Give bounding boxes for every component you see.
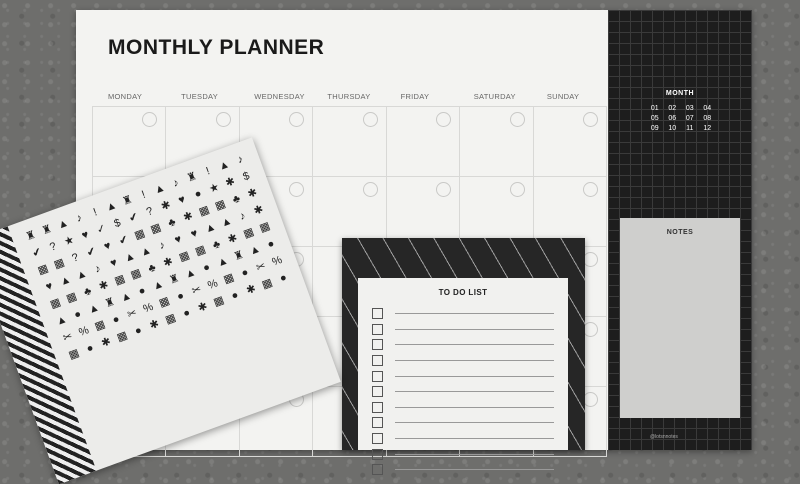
calendar-day-cell	[533, 177, 607, 247]
todo-checkbox	[372, 355, 383, 367]
sticker-icon: ▦	[257, 219, 272, 235]
todo-line	[395, 344, 554, 346]
calendar-day-cell	[313, 107, 387, 177]
weekday-label: MONDAY	[108, 92, 143, 101]
month-number-grid: 01 02 03 04 05 06 07 08 09 10 11 12	[646, 105, 716, 132]
todo-line	[395, 360, 554, 362]
weekday-label: THURSDAY	[327, 92, 371, 101]
weekday-label: FRIDAY	[400, 92, 430, 101]
todo-row	[372, 306, 554, 322]
planner-title: MONTHLY PLANNER	[108, 36, 325, 59]
month-number: 07	[685, 115, 694, 122]
todo-checkbox	[372, 386, 383, 398]
month-number: 04	[703, 105, 712, 112]
todo-line	[395, 375, 554, 377]
calendar-day-cell	[93, 107, 167, 177]
month-number: 01	[650, 105, 659, 112]
month-number: 05	[650, 115, 659, 122]
todo-row	[372, 400, 554, 416]
weekday-label: WEDNESDAY	[254, 92, 305, 101]
todo-sheet: TO DO LIST	[358, 278, 568, 476]
calendar-day-cell	[460, 107, 534, 177]
calendar-day-cell	[533, 107, 607, 177]
calendar-day-cell	[460, 177, 534, 247]
calendar-day-cell	[386, 177, 461, 247]
todo-checkbox	[372, 464, 383, 476]
todo-line	[395, 438, 554, 440]
weekday-label: TUESDAY	[181, 92, 219, 101]
weekday-header: MONDAY TUESDAY WEDNESDAY THURSDAY FRIDAY…	[94, 92, 606, 101]
todo-line	[395, 328, 554, 330]
month-number: 03	[685, 105, 694, 112]
todo-checkbox	[372, 370, 383, 382]
todo-rows	[372, 306, 554, 478]
todo-line	[395, 422, 554, 424]
todo-checkbox	[372, 433, 383, 445]
month-number: 08	[703, 115, 712, 122]
calendar-day-cell	[313, 177, 387, 247]
month-notes-panel: MONTH 01 02 03 04 05 06 07 08 09 10 11 12 NOTES @lo…	[608, 10, 752, 450]
calendar-day-cell	[386, 107, 461, 177]
todo-notepad: TO DO LIST	[342, 238, 585, 476]
month-number: 11	[686, 125, 694, 132]
todo-row	[372, 431, 554, 447]
todo-row	[372, 353, 554, 369]
todo-row	[372, 415, 554, 431]
month-number: 10	[668, 125, 677, 132]
weekday-label: SATURDAY	[473, 92, 516, 101]
todo-line	[395, 391, 554, 393]
sticker-icon: %	[270, 253, 284, 269]
notes-label: NOTES	[666, 229, 694, 236]
todo-line	[395, 406, 554, 408]
sticker-grid: ♜ ♜ ▲ ♪! ▲ ♜! ▲ ♪ ♜! ▲ ♪ ✔? ★ ♥ ✓ $ ✔? ✱ ♥ ● ★ ✱ $ ▦ ▦? ✔ ♥ ✔ ▦ ▦ ♣ ✱ ▦ ▦…	[20, 150, 293, 364]
sticker-icon: $	[241, 169, 252, 184]
sticker-icon: ✱	[252, 203, 266, 218]
todo-row	[372, 462, 554, 478]
weekday-label: SUNDAY	[546, 92, 580, 101]
todo-row	[372, 337, 554, 353]
todo-row	[372, 368, 554, 384]
brand-handle: @lotsnnotes	[650, 434, 678, 440]
todo-line	[395, 469, 554, 471]
todo-checkbox	[372, 323, 383, 335]
sticker-icon: ●	[265, 237, 277, 252]
month-number: 12	[703, 125, 712, 132]
todo-checkbox	[372, 339, 383, 351]
photo-scene: MONTHLY PLANNER MONDAY TUESDAY WEDNESDAY…	[0, 0, 800, 484]
sticker-icon: ✱	[246, 186, 259, 201]
todo-title: TO DO LIST	[438, 288, 488, 297]
notes-box: NOTES	[620, 218, 740, 418]
todo-row	[372, 446, 554, 462]
todo-line	[395, 313, 554, 315]
todo-checkbox	[372, 417, 383, 429]
todo-row	[372, 384, 554, 400]
sticker-icon: ●	[278, 271, 289, 285]
todo-checkbox	[372, 308, 383, 320]
sticker-icon: ♪	[235, 153, 245, 167]
month-number: 06	[668, 115, 677, 122]
month-label: MONTH	[665, 90, 695, 97]
todo-row	[372, 322, 554, 338]
todo-checkbox	[372, 448, 383, 460]
todo-line	[395, 453, 554, 455]
month-number: 09	[650, 125, 659, 132]
month-number: 02	[668, 105, 677, 112]
todo-checkbox	[372, 401, 383, 413]
